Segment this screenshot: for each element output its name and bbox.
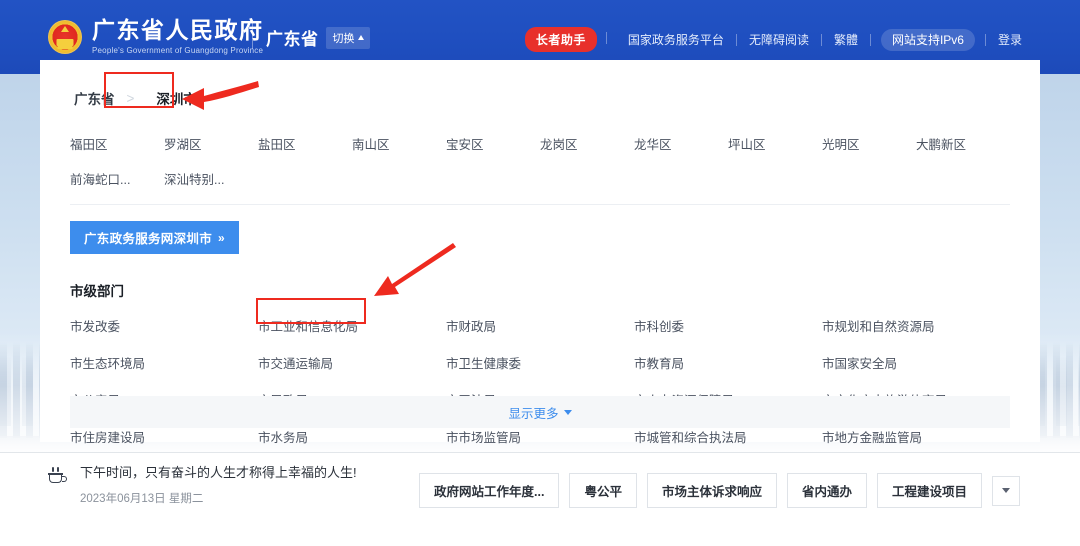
show-more-band: 显示更多	[70, 396, 1010, 428]
region-tab-row: 广东省 > 深圳市	[70, 60, 1010, 128]
district-item[interactable]: 福田区	[70, 134, 164, 153]
caret-down-icon	[563, 409, 572, 415]
link-separator	[605, 32, 607, 44]
greeting-text: 下午时间，只有奋斗的人生才称得上幸福的人生!	[80, 465, 357, 480]
department-item[interactable]: 市科创委	[634, 316, 822, 335]
construction-project-button[interactable]: 工程建设项目	[876, 473, 982, 508]
login-link[interactable]: 登录	[986, 31, 1034, 48]
header-links: 长者助手 国家政务服务平台 无障碍阅读 繁體 网站支持IPv6 登录	[524, 27, 1034, 52]
district-item[interactable]: 大鹏新区	[916, 134, 1010, 153]
department-item[interactable]: 市地方金融监管局	[822, 427, 1010, 446]
ipv6-badge: 网站支持IPv6	[880, 29, 975, 51]
caret-up-icon	[357, 35, 364, 40]
guangdong-service-network-button[interactable]: 广东政务服务网深圳市 »	[70, 221, 239, 254]
site-title-cn: 广东省人民政府	[92, 18, 264, 43]
national-emblem-icon	[48, 20, 82, 55]
district-item[interactable]: 前海蛇口...	[70, 169, 164, 188]
department-item[interactable]: 市市场监管局	[446, 427, 634, 446]
coffee-cup-icon	[48, 467, 68, 487]
switch-chip[interactable]: 切换	[325, 26, 370, 49]
district-item[interactable]: 罗湖区	[164, 134, 258, 153]
district-item[interactable]: 盐田区	[258, 134, 352, 153]
department-item[interactable]: 市生态环境局	[70, 353, 258, 372]
switch-label: 切换	[332, 32, 355, 45]
show-more-label: 显示更多	[508, 406, 559, 421]
district-item[interactable]: 宝安区	[446, 134, 540, 153]
region-selector-panel: 广东省 > 深圳市 福田区 罗湖区 盐田区 南山区 宝安区 龙岗区 龙华区 坪山…	[40, 60, 1040, 445]
page-root: 广东省人民政府 People's Government of Guangdong…	[0, 0, 1080, 546]
region-tab-city[interactable]: 深圳市	[142, 82, 211, 114]
service-button-label: 广东政务服务网深圳市	[84, 232, 213, 246]
show-more-link[interactable]: 显示更多	[508, 403, 572, 422]
district-item[interactable]: 深汕特别...	[164, 169, 258, 188]
province-switcher[interactable]: 广东省 切换	[266, 25, 370, 50]
yue-gongping-button[interactable]: 粤公平	[569, 473, 637, 508]
department-item[interactable]: 市财政局	[446, 316, 634, 335]
department-item[interactable]: 市教育局	[634, 353, 822, 372]
department-item[interactable]: 市国家安全局	[822, 353, 1010, 372]
national-platform-link[interactable]: 国家政务服务平台	[616, 31, 736, 48]
departments-heading: 市级部门	[70, 284, 124, 299]
district-item[interactable]: 龙岗区	[540, 134, 634, 153]
district-grid: 福田区 罗湖区 盐田区 南山区 宝安区 龙岗区 龙华区 坪山区 光明区 大鹏新区…	[70, 128, 1010, 204]
district-item[interactable]: 光明区	[822, 134, 916, 153]
bottom-actions-expand-button[interactable]	[992, 475, 1020, 506]
greeting-date: 2023年06月13日 星期二	[80, 492, 204, 505]
site-brand[interactable]: 广东省人民政府 People's Government of Guangdong…	[48, 18, 264, 56]
brand-divider	[252, 23, 253, 49]
departments-grid: 市发改委 市工业和信息化局 市财政局 市科创委 市规划和自然资源局 市生态环境局…	[70, 298, 1010, 462]
elder-assistant-button[interactable]: 长者助手	[524, 27, 597, 52]
double-chevron-right-icon: »	[218, 230, 225, 245]
department-item[interactable]: 市城管和综合执法局	[634, 427, 822, 446]
bottom-action-buttons: 政府网站工作年度... 粤公平 市场主体诉求响应 省内通办 工程建设项目	[419, 473, 1020, 508]
caret-down-icon	[1002, 488, 1010, 493]
province-label: 广东省	[266, 30, 319, 49]
traditional-chinese-link[interactable]: 繁體	[822, 31, 870, 48]
site-title-en: People's Government of Guangdong Provinc…	[92, 46, 264, 56]
department-item[interactable]: 市住房建设局	[70, 427, 258, 446]
bottom-bar: 下午时间，只有奋斗的人生才称得上幸福的人生! 2023年06月13日 星期二 政…	[0, 453, 1080, 546]
market-entity-response-button[interactable]: 市场主体诉求响应	[646, 473, 777, 508]
department-item[interactable]: 市规划和自然资源局	[822, 316, 1010, 335]
region-tab-separator: >	[126, 90, 135, 106]
district-item[interactable]: 南山区	[352, 134, 446, 153]
region-tab-province[interactable]: 广东省	[70, 82, 119, 114]
accessible-reading-link[interactable]: 无障碍阅读	[737, 31, 821, 48]
department-item[interactable]: 市卫生健康委	[446, 353, 634, 372]
province-wide-service-button[interactable]: 省内通办	[786, 473, 867, 508]
district-item[interactable]: 龙华区	[634, 134, 728, 153]
department-item[interactable]: 市交通运输局	[258, 353, 446, 372]
gov-website-annual-report-button[interactable]: 政府网站工作年度...	[419, 473, 560, 508]
department-item[interactable]: 市发改委	[70, 316, 258, 335]
department-item[interactable]: 市水务局	[258, 427, 446, 446]
greeting-block: 下午时间，只有奋斗的人生才称得上幸福的人生! 2023年06月13日 星期二	[48, 463, 357, 506]
department-item-highlighted[interactable]: 市工业和信息化局	[258, 316, 446, 335]
district-item[interactable]: 坪山区	[728, 134, 822, 153]
